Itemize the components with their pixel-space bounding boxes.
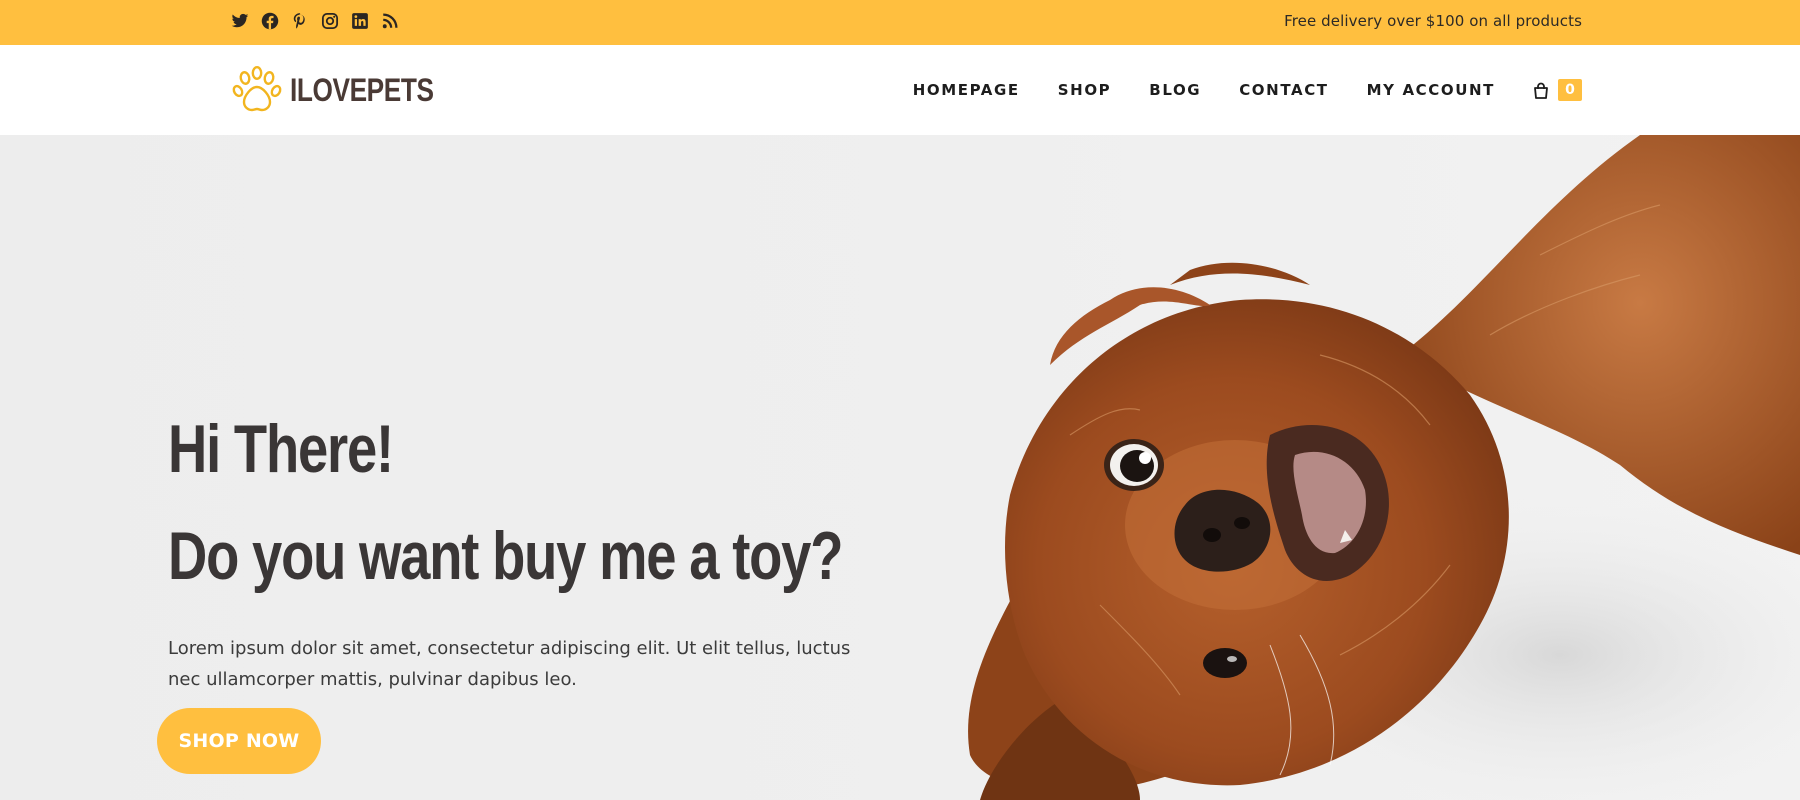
logo-text: ILOVEPETS xyxy=(290,71,434,108)
hero-description: Lorem ipsum dolor sit amet, consectetur … xyxy=(168,638,851,690)
nav-homepage[interactable]: HOMEPAGE xyxy=(913,81,1020,99)
hero-title-line1: Hi There! xyxy=(168,411,394,487)
paw-logo-icon xyxy=(232,65,282,112)
main-nav: HOMEPAGE SHOP BLOG CONTACT MY ACCOUNT 0 xyxy=(913,45,1582,135)
rss-icon[interactable] xyxy=(380,11,400,31)
logo[interactable]: ILOVEPETS xyxy=(230,64,465,116)
nav-my-account[interactable]: MY ACCOUNT xyxy=(1367,81,1495,99)
social-links xyxy=(230,11,400,31)
pinterest-icon[interactable] xyxy=(290,11,310,31)
cart-count-badge: 0 xyxy=(1558,79,1582,101)
top-bar: Free delivery over $100 on all products xyxy=(0,0,1800,45)
nav-shop[interactable]: SHOP xyxy=(1058,81,1112,99)
instagram-icon[interactable] xyxy=(320,11,340,31)
dog-photo xyxy=(840,135,1800,800)
shopping-bag-icon xyxy=(1534,82,1548,99)
delivery-notice: Free delivery over $100 on all products xyxy=(1284,12,1582,30)
nav-blog[interactable]: BLOG xyxy=(1149,81,1201,99)
site-header: ILOVEPETS HOMEPAGE SHOP BLOG CONTACT MY … xyxy=(0,45,1800,135)
linkedin-icon[interactable] xyxy=(350,11,370,31)
cart-button[interactable]: 0 xyxy=(1533,79,1582,101)
hero-section: Hi There! Do you want buy me a toy? Lore… xyxy=(0,135,1800,800)
facebook-icon[interactable] xyxy=(260,11,280,31)
shop-now-button[interactable]: SHOP NOW xyxy=(157,708,321,774)
twitter-icon[interactable] xyxy=(230,11,250,31)
hero-title-line2: Do you want buy me a toy? xyxy=(168,518,843,594)
nav-contact[interactable]: CONTACT xyxy=(1239,81,1328,99)
